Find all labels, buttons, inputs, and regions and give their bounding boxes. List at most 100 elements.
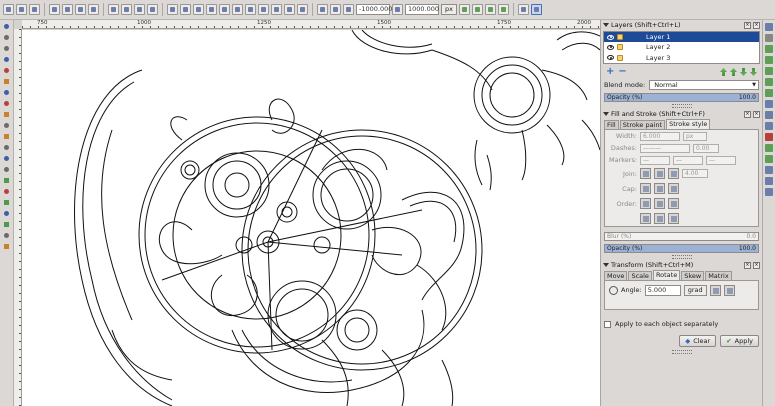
width-unit-select[interactable]: px: [683, 131, 707, 141]
mesh-tool-icon[interactable]: [2, 220, 11, 229]
snap-nodes-icon[interactable]: [180, 4, 191, 15]
snap-path-icon[interactable]: [765, 100, 773, 108]
panel-grip[interactable]: [671, 350, 692, 354]
miter-limit-input[interactable]: 4.00: [682, 169, 708, 178]
bucket-tool-icon[interactable]: [2, 198, 11, 207]
layer-opacity-slider[interactable]: Opacity (%) 100.0: [604, 92, 759, 102]
rotate-cw-icon[interactable]: [62, 4, 73, 15]
miter-join-icon[interactable]: [640, 168, 651, 179]
object-opacity-slider[interactable]: Opacity (%) 100.0: [604, 243, 759, 253]
zoom-tool-icon[interactable]: [2, 55, 11, 64]
snap-grid-icon[interactable]: [765, 177, 773, 185]
unit-select[interactable]: px: [441, 4, 457, 15]
pen-tool-icon[interactable]: [2, 143, 11, 152]
layer-to-top-icon[interactable]: [720, 68, 727, 76]
snap-midpoint-icon[interactable]: [284, 4, 295, 15]
clear-button[interactable]: ◆ Clear: [679, 335, 717, 347]
snap-smooth-icon[interactable]: [297, 4, 308, 15]
snap-center-icon[interactable]: [765, 144, 773, 152]
remove-layer-icon[interactable]: −: [618, 67, 626, 77]
dashes-offset-input[interactable]: 0.00: [693, 143, 719, 153]
close-icon[interactable]: ×: [753, 21, 760, 29]
tab-scale[interactable]: Scale: [628, 271, 652, 280]
dashes-select[interactable]: ———: [640, 143, 690, 153]
select-all-icon[interactable]: [3, 4, 14, 15]
end-marker-select[interactable]: —: [706, 155, 736, 165]
snap-bbox-icon[interactable]: [765, 45, 773, 53]
blur-slider[interactable]: Blur (%) 0.0: [604, 231, 759, 241]
round-cap-icon[interactable]: [654, 183, 665, 194]
pin-icon[interactable]: [765, 34, 773, 42]
flip-horizontal-icon[interactable]: [75, 4, 86, 15]
x-input[interactable]: -1000.000: [356, 4, 392, 15]
bevel-join-icon[interactable]: [668, 168, 679, 179]
tab-rotate[interactable]: Rotate: [652, 270, 681, 280]
snap-rotation-icon[interactable]: [317, 4, 328, 15]
tab-stroke-paint[interactable]: Stroke paint: [619, 120, 666, 129]
snap-nodes-icon[interactable]: [765, 89, 773, 97]
drawing-canvas[interactable]: [22, 30, 600, 406]
transform-panel-title[interactable]: Transform (Shift+Ctrl+M) × ×: [601, 260, 762, 270]
tab-skew[interactable]: Skew: [681, 271, 705, 280]
connector-tool-icon[interactable]: [2, 242, 11, 251]
snap-grid-icon[interactable]: [219, 4, 230, 15]
round-join-icon[interactable]: [654, 168, 665, 179]
lock-icon[interactable]: [617, 34, 623, 41]
snap-others-icon[interactable]: [343, 4, 354, 15]
star-tool-icon[interactable]: [2, 110, 11, 119]
collapse-arrow-icon[interactable]: [603, 112, 609, 116]
gradient-tool-icon[interactable]: [2, 209, 11, 218]
raise-icon[interactable]: [121, 4, 132, 15]
rectangle-tool-icon[interactable]: [2, 77, 11, 86]
close-icon[interactable]: ×: [753, 110, 760, 118]
calligraphy-tool-icon[interactable]: [2, 154, 11, 163]
snap-intersection-icon[interactable]: [765, 111, 773, 119]
xml-editor-icon[interactable]: [517, 4, 529, 15]
snap-center-icon[interactable]: [245, 4, 256, 15]
eye-icon[interactable]: [607, 55, 614, 61]
snap-cusp-icon[interactable]: [765, 133, 773, 141]
layer-down-icon[interactable]: [740, 68, 747, 76]
w-input[interactable]: 1000.000: [405, 4, 439, 15]
tab-fill[interactable]: Fill: [604, 120, 619, 129]
scale-stroke-icon[interactable]: [458, 4, 470, 15]
measure-tool-icon[interactable]: [2, 66, 11, 75]
snap-rotation-icon[interactable]: [765, 155, 773, 163]
text-tool-icon[interactable]: [2, 165, 11, 174]
deselect-icon[interactable]: [29, 4, 40, 15]
order-markers-first-icon[interactable]: [668, 198, 679, 209]
blend-mode-select[interactable]: Normal: [649, 80, 759, 90]
start-marker-select[interactable]: —: [640, 155, 670, 165]
order-fill-markers-icon[interactable]: [640, 213, 651, 224]
lower-icon[interactable]: [134, 4, 145, 15]
tweak-tool-icon[interactable]: [2, 44, 11, 53]
3d-box-tool-icon[interactable]: [2, 88, 11, 97]
snap-smooth-icon[interactable]: [765, 122, 773, 130]
select-all-layers-icon[interactable]: [16, 4, 27, 15]
eraser-tool-icon[interactable]: [2, 187, 11, 196]
collapse-arrow-icon[interactable]: [603, 263, 609, 267]
apply-button[interactable]: ✔ Apply: [720, 335, 759, 347]
rotate-ccw-icon[interactable]: [709, 284, 721, 296]
layer-row[interactable]: Layer 1: [604, 32, 759, 43]
close-icon[interactable]: ×: [744, 110, 751, 118]
selector-tool-icon[interactable]: [2, 22, 11, 31]
layers-icon[interactable]: [765, 23, 773, 31]
node-tool-icon[interactable]: [2, 33, 11, 42]
align-icon[interactable]: [530, 4, 542, 15]
snap-page-icon[interactable]: [765, 166, 773, 174]
square-cap-icon[interactable]: [668, 183, 679, 194]
eye-icon[interactable]: [607, 34, 614, 40]
move-gradients-icon[interactable]: [484, 4, 496, 15]
layer-row[interactable]: Layer 3: [604, 53, 759, 63]
order-normal-icon[interactable]: [640, 198, 651, 209]
snap-page-icon[interactable]: [232, 4, 243, 15]
snap-edge-icon[interactable]: [765, 56, 773, 64]
collapse-arrow-icon[interactable]: [603, 23, 609, 27]
lock-icon[interactable]: [617, 54, 623, 61]
ellipse-tool-icon[interactable]: [2, 99, 11, 108]
scale-corners-icon[interactable]: [471, 4, 483, 15]
fill-stroke-panel-title[interactable]: Fill and Stroke (Shift+Ctrl+F) × ×: [601, 109, 762, 119]
snap-path-icon[interactable]: [258, 4, 269, 15]
mid-marker-select[interactable]: —: [673, 155, 703, 165]
